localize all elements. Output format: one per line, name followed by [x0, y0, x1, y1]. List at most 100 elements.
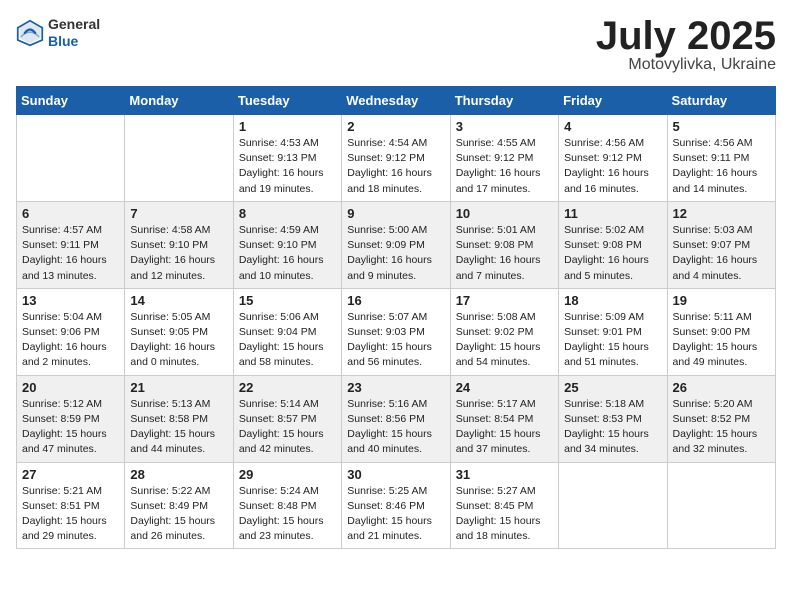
calendar-cell: 10 Sunrise: 5:01 AM Sunset: 9:08 PM Dayli…	[450, 201, 558, 288]
calendar-cell: 30Sunrise: 5:25 AM Sunset: 8:46 PM Dayli…	[342, 462, 450, 549]
weekday-header-saturday: Saturday	[667, 87, 775, 115]
day-info: Sunrise: 5:14 AM Sunset: 8:57 PM Dayligh…	[239, 397, 336, 458]
calendar-cell: 25 Sunrise: 5:18 AM Sunset: 8:53 PM Dayli…	[559, 375, 667, 462]
day-number: 29	[239, 467, 336, 482]
logo-blue-label: Blue	[48, 33, 100, 50]
day-number: 15	[239, 293, 336, 308]
calendar-week-row: 6 Sunrise: 4:57 AM Sunset: 9:11 PM Daylig…	[17, 201, 776, 288]
calendar-cell: 3 Sunrise: 4:55 AM Sunset: 9:12 PM Daylig…	[450, 115, 558, 202]
day-number: 5	[673, 119, 770, 134]
calendar-table: SundayMondayTuesdayWednesdayThursdayFrid…	[16, 86, 776, 549]
day-number: 9	[347, 206, 444, 221]
weekday-header-sunday: Sunday	[17, 87, 125, 115]
day-info: Sunrise: 5:02 AM Sunset: 9:08 PM Dayligh…	[564, 223, 661, 284]
calendar-cell: 20Sunrise: 5:12 AM Sunset: 8:59 PM Dayli…	[17, 375, 125, 462]
day-info: Sunrise: 5:21 AM Sunset: 8:51 PM Dayligh…	[22, 484, 119, 545]
calendar-cell: 4Sunrise: 4:56 AM Sunset: 9:12 PM Daylig…	[559, 115, 667, 202]
calendar-cell	[17, 115, 125, 202]
day-number: 24	[456, 380, 553, 395]
day-info: Sunrise: 5:04 AM Sunset: 9:06 PM Dayligh…	[22, 310, 119, 371]
calendar-cell: 27 Sunrise: 5:21 AM Sunset: 8:51 PM Dayli…	[17, 462, 125, 549]
day-number: 7	[130, 206, 227, 221]
day-number: 4	[564, 119, 661, 134]
calendar-header-row: SundayMondayTuesdayWednesdayThursdayFrid…	[17, 87, 776, 115]
logo-icon	[16, 19, 44, 47]
day-number: 23	[347, 380, 444, 395]
day-number: 8	[239, 206, 336, 221]
page-header: General Blue July 2025 Motovylivka, Ukra…	[16, 16, 776, 74]
logo-text: General Blue	[48, 16, 100, 50]
calendar-cell	[125, 115, 233, 202]
day-number: 25	[564, 380, 661, 395]
calendar-cell: 17Sunrise: 5:08 AM Sunset: 9:02 PM Dayli…	[450, 288, 558, 375]
day-info: Sunrise: 5:03 AM Sunset: 9:07 PM Dayligh…	[673, 223, 770, 284]
day-info: Sunrise: 5:18 AM Sunset: 8:53 PM Dayligh…	[564, 397, 661, 458]
day-number: 27	[22, 467, 119, 482]
month-title: July 2025	[596, 16, 776, 56]
day-info: Sunrise: 4:58 AM Sunset: 9:10 PM Dayligh…	[130, 223, 227, 284]
day-number: 3	[456, 119, 553, 134]
calendar-cell: 23Sunrise: 5:16 AM Sunset: 8:56 PM Dayli…	[342, 375, 450, 462]
day-number: 19	[673, 293, 770, 308]
calendar-cell: 22 Sunrise: 5:14 AM Sunset: 8:57 PM Dayli…	[233, 375, 341, 462]
day-info: Sunrise: 4:53 AM Sunset: 9:13 PM Dayligh…	[239, 136, 336, 197]
calendar-cell: 5 Sunrise: 4:56 AM Sunset: 9:11 PM Daylig…	[667, 115, 775, 202]
day-info: Sunrise: 5:09 AM Sunset: 9:01 PM Dayligh…	[564, 310, 661, 371]
location: Motovylivka, Ukraine	[596, 56, 776, 74]
calendar-cell: 6 Sunrise: 4:57 AM Sunset: 9:11 PM Daylig…	[17, 201, 125, 288]
calendar-cell: 18 Sunrise: 5:09 AM Sunset: 9:01 PM Dayli…	[559, 288, 667, 375]
calendar-cell: 11 Sunrise: 5:02 AM Sunset: 9:08 PM Dayli…	[559, 201, 667, 288]
day-info: Sunrise: 4:56 AM Sunset: 9:11 PM Dayligh…	[673, 136, 770, 197]
calendar-week-row: 20Sunrise: 5:12 AM Sunset: 8:59 PM Dayli…	[17, 375, 776, 462]
calendar-cell: 19 Sunrise: 5:11 AM Sunset: 9:00 PM Dayli…	[667, 288, 775, 375]
calendar-cell: 13 Sunrise: 5:04 AM Sunset: 9:06 PM Dayli…	[17, 288, 125, 375]
weekday-header-wednesday: Wednesday	[342, 87, 450, 115]
calendar-week-row: 13 Sunrise: 5:04 AM Sunset: 9:06 PM Dayli…	[17, 288, 776, 375]
day-info: Sunrise: 5:25 AM Sunset: 8:46 PM Dayligh…	[347, 484, 444, 545]
calendar-cell: 21 Sunrise: 5:13 AM Sunset: 8:58 PM Dayli…	[125, 375, 233, 462]
calendar-cell: 9Sunrise: 5:00 AM Sunset: 9:09 PM Daylig…	[342, 201, 450, 288]
calendar-cell: 24 Sunrise: 5:17 AM Sunset: 8:54 PM Dayli…	[450, 375, 558, 462]
calendar-cell	[559, 462, 667, 549]
calendar-cell	[667, 462, 775, 549]
logo: General Blue	[16, 16, 100, 50]
title-area: July 2025 Motovylivka, Ukraine	[596, 16, 776, 74]
day-info: Sunrise: 5:07 AM Sunset: 9:03 PM Dayligh…	[347, 310, 444, 371]
day-info: Sunrise: 5:27 AM Sunset: 8:45 PM Dayligh…	[456, 484, 553, 545]
day-info: Sunrise: 5:01 AM Sunset: 9:08 PM Dayligh…	[456, 223, 553, 284]
weekday-header-thursday: Thursday	[450, 87, 558, 115]
day-number: 20	[22, 380, 119, 395]
day-info: Sunrise: 4:55 AM Sunset: 9:12 PM Dayligh…	[456, 136, 553, 197]
day-info: Sunrise: 4:59 AM Sunset: 9:10 PM Dayligh…	[239, 223, 336, 284]
day-info: Sunrise: 5:22 AM Sunset: 8:49 PM Dayligh…	[130, 484, 227, 545]
calendar-cell: 7 Sunrise: 4:58 AM Sunset: 9:10 PM Daylig…	[125, 201, 233, 288]
day-info: Sunrise: 5:24 AM Sunset: 8:48 PM Dayligh…	[239, 484, 336, 545]
day-number: 10	[456, 206, 553, 221]
day-info: Sunrise: 5:20 AM Sunset: 8:52 PM Dayligh…	[673, 397, 770, 458]
day-number: 28	[130, 467, 227, 482]
calendar-cell: 28 Sunrise: 5:22 AM Sunset: 8:49 PM Dayli…	[125, 462, 233, 549]
day-number: 21	[130, 380, 227, 395]
day-number: 16	[347, 293, 444, 308]
day-info: Sunrise: 5:06 AM Sunset: 9:04 PM Dayligh…	[239, 310, 336, 371]
day-number: 6	[22, 206, 119, 221]
calendar-cell: 31 Sunrise: 5:27 AM Sunset: 8:45 PM Dayli…	[450, 462, 558, 549]
day-number: 13	[22, 293, 119, 308]
day-info: Sunrise: 5:13 AM Sunset: 8:58 PM Dayligh…	[130, 397, 227, 458]
calendar-week-row: 27 Sunrise: 5:21 AM Sunset: 8:51 PM Dayli…	[17, 462, 776, 549]
day-info: Sunrise: 4:57 AM Sunset: 9:11 PM Dayligh…	[22, 223, 119, 284]
weekday-header-friday: Friday	[559, 87, 667, 115]
weekday-header-tuesday: Tuesday	[233, 87, 341, 115]
day-number: 11	[564, 206, 661, 221]
day-number: 22	[239, 380, 336, 395]
day-info: Sunrise: 5:05 AM Sunset: 9:05 PM Dayligh…	[130, 310, 227, 371]
day-number: 31	[456, 467, 553, 482]
day-info: Sunrise: 5:11 AM Sunset: 9:00 PM Dayligh…	[673, 310, 770, 371]
calendar-cell: 2Sunrise: 4:54 AM Sunset: 9:12 PM Daylig…	[342, 115, 450, 202]
calendar-week-row: 1Sunrise: 4:53 AM Sunset: 9:13 PM Daylig…	[17, 115, 776, 202]
calendar-cell: 8 Sunrise: 4:59 AM Sunset: 9:10 PM Daylig…	[233, 201, 341, 288]
day-info: Sunrise: 5:17 AM Sunset: 8:54 PM Dayligh…	[456, 397, 553, 458]
day-number: 14	[130, 293, 227, 308]
day-number: 18	[564, 293, 661, 308]
calendar-cell: 15 Sunrise: 5:06 AM Sunset: 9:04 PM Dayli…	[233, 288, 341, 375]
